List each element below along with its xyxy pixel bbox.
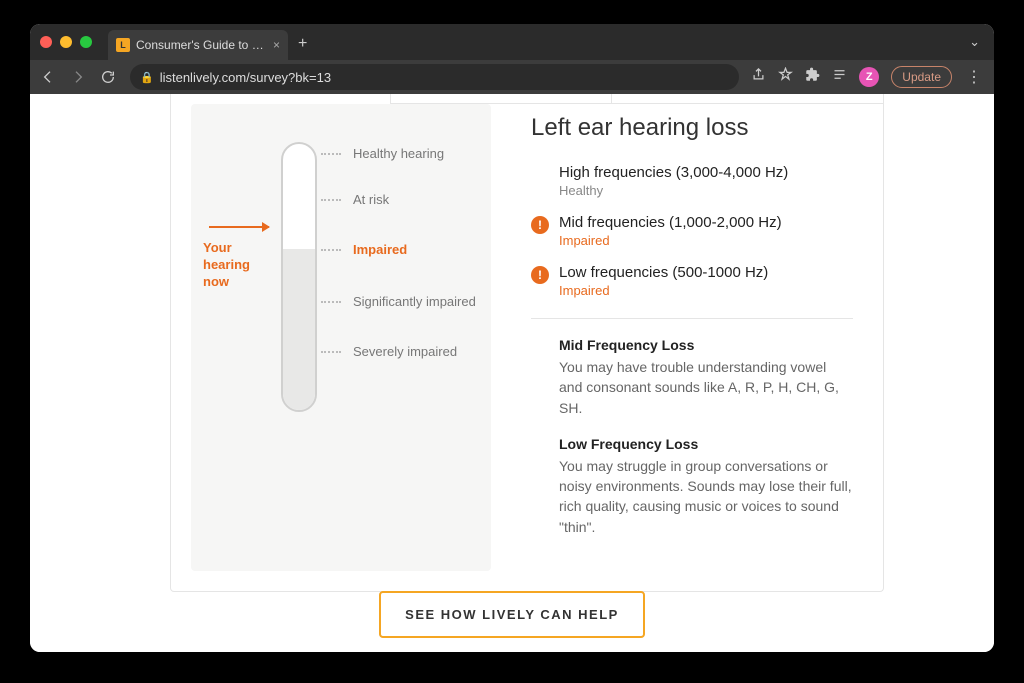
extensions-icon[interactable]	[805, 67, 820, 87]
window-controls	[40, 36, 92, 48]
detail-block: Low Frequency Loss You may struggle in gr…	[559, 436, 853, 537]
update-button[interactable]: Update	[891, 66, 952, 88]
dotted-line-icon	[321, 199, 341, 201]
favicon-icon: L	[116, 38, 130, 52]
dotted-line-icon	[321, 301, 341, 303]
cta-wrap: SEE HOW LIVELY CAN HELP	[30, 591, 994, 638]
frequency-title: Mid frequencies (1,000-2,000 Hz)	[559, 214, 782, 231]
results-title: Left ear hearing loss	[531, 114, 853, 142]
minimize-window-button[interactable]	[60, 36, 72, 48]
warning-icon: !	[531, 216, 549, 234]
gauge-level-label: Significantly impaired	[353, 294, 476, 309]
arrow-left-icon	[40, 69, 56, 85]
frequency-title: High frequencies (3,000-4,000 Hz)	[559, 164, 788, 181]
browser-tab[interactable]: L Consumer's Guide to Hearing A ×	[108, 30, 288, 60]
dotted-line-icon	[321, 249, 341, 251]
detail-heading: Mid Frequency Loss	[559, 337, 853, 353]
address-bar[interactable]: 🔒 listenlively.com/survey?bk=13	[130, 64, 739, 90]
thermometer-gauge	[281, 142, 317, 412]
gauge-level-label: Severely impaired	[353, 344, 457, 359]
results-panel: Left ear hearing loss High frequencies (…	[491, 94, 883, 591]
toolbar: 🔒 listenlively.com/survey?bk=13 Z Update…	[30, 60, 994, 94]
close-window-button[interactable]	[40, 36, 52, 48]
detail-block: Mid Frequency Loss You may have trouble u…	[559, 337, 853, 418]
url-text: listenlively.com/survey?bk=13	[160, 70, 331, 85]
divider	[531, 318, 853, 319]
profile-avatar[interactable]: Z	[859, 67, 879, 87]
maximize-window-button[interactable]	[80, 36, 92, 48]
page-content: Your hearing now Healthy hearing At risk I…	[30, 94, 994, 652]
detail-heading: Low Frequency Loss	[559, 436, 853, 452]
pointer-arrow-icon	[209, 226, 269, 228]
tabstrip-overflow[interactable]: ⌄	[969, 33, 980, 51]
gauge-level-label: Impaired	[353, 242, 407, 257]
close-tab-icon[interactable]: ×	[273, 38, 280, 52]
share-icon[interactable]	[751, 67, 766, 87]
gauge-level: Healthy hearing	[321, 146, 444, 161]
icon-placeholder	[531, 164, 549, 198]
detail-body: You may have trouble understanding vowel…	[559, 357, 853, 418]
cta-button[interactable]: SEE HOW LIVELY CAN HELP	[379, 591, 645, 638]
hearing-gauge-panel: Your hearing now Healthy hearing At risk I…	[191, 104, 491, 571]
gauge-level: At risk	[321, 192, 389, 207]
frequency-row: ! Low frequencies (500-1000 Hz) Impaired	[531, 264, 853, 298]
gauge-level-label: Healthy hearing	[353, 146, 444, 161]
detail-body: You may struggle in group conversations …	[559, 456, 853, 537]
gauge-fill	[283, 249, 315, 410]
reload-button[interactable]	[100, 69, 118, 85]
bookmark-icon[interactable]	[778, 67, 793, 87]
frequency-status: Healthy	[559, 183, 788, 198]
frequency-text: Low frequencies (500-1000 Hz) Impaired	[559, 264, 768, 298]
dotted-line-icon	[321, 351, 341, 353]
frequency-status: Impaired	[559, 283, 768, 298]
tab-strip: L Consumer's Guide to Hearing A × + ⌄	[30, 24, 994, 60]
back-button[interactable]	[40, 69, 58, 85]
arrow-right-icon	[70, 69, 86, 85]
frequency-row: High frequencies (3,000-4,000 Hz) Healthy	[531, 164, 853, 198]
frequency-row: ! Mid frequencies (1,000-2,000 Hz) Impaire…	[531, 214, 853, 248]
frequency-text: High frequencies (3,000-4,000 Hz) Healthy	[559, 164, 788, 198]
chevron-down-icon: ⌄	[969, 34, 980, 49]
dotted-line-icon	[321, 153, 341, 155]
lock-icon: 🔒	[140, 71, 154, 84]
frequency-text: Mid frequencies (1,000-2,000 Hz) Impaired	[559, 214, 782, 248]
gauge-level: Significantly impaired	[321, 294, 476, 309]
reload-icon	[100, 69, 116, 85]
new-tab-button[interactable]: +	[298, 35, 307, 53]
warning-icon: !	[531, 266, 549, 284]
frequency-status: Impaired	[559, 233, 782, 248]
gauge-level-label: At risk	[353, 192, 389, 207]
menu-icon[interactable]: ⋮	[964, 67, 984, 87]
reading-list-icon[interactable]	[832, 67, 847, 87]
results-card: Your hearing now Healthy hearing At risk I…	[170, 94, 884, 592]
forward-button[interactable]	[70, 69, 88, 85]
toolbar-right: Z Update ⋮	[751, 66, 984, 88]
tab-title: Consumer's Guide to Hearing A	[136, 38, 267, 52]
gauge-level: Severely impaired	[321, 344, 457, 359]
frequency-title: Low frequencies (500-1000 Hz)	[559, 264, 768, 281]
browser-window: L Consumer's Guide to Hearing A × + ⌄ 🔒 …	[30, 24, 994, 652]
gauge-level: Impaired	[321, 242, 407, 257]
pointer-label: Your hearing now	[203, 240, 265, 291]
